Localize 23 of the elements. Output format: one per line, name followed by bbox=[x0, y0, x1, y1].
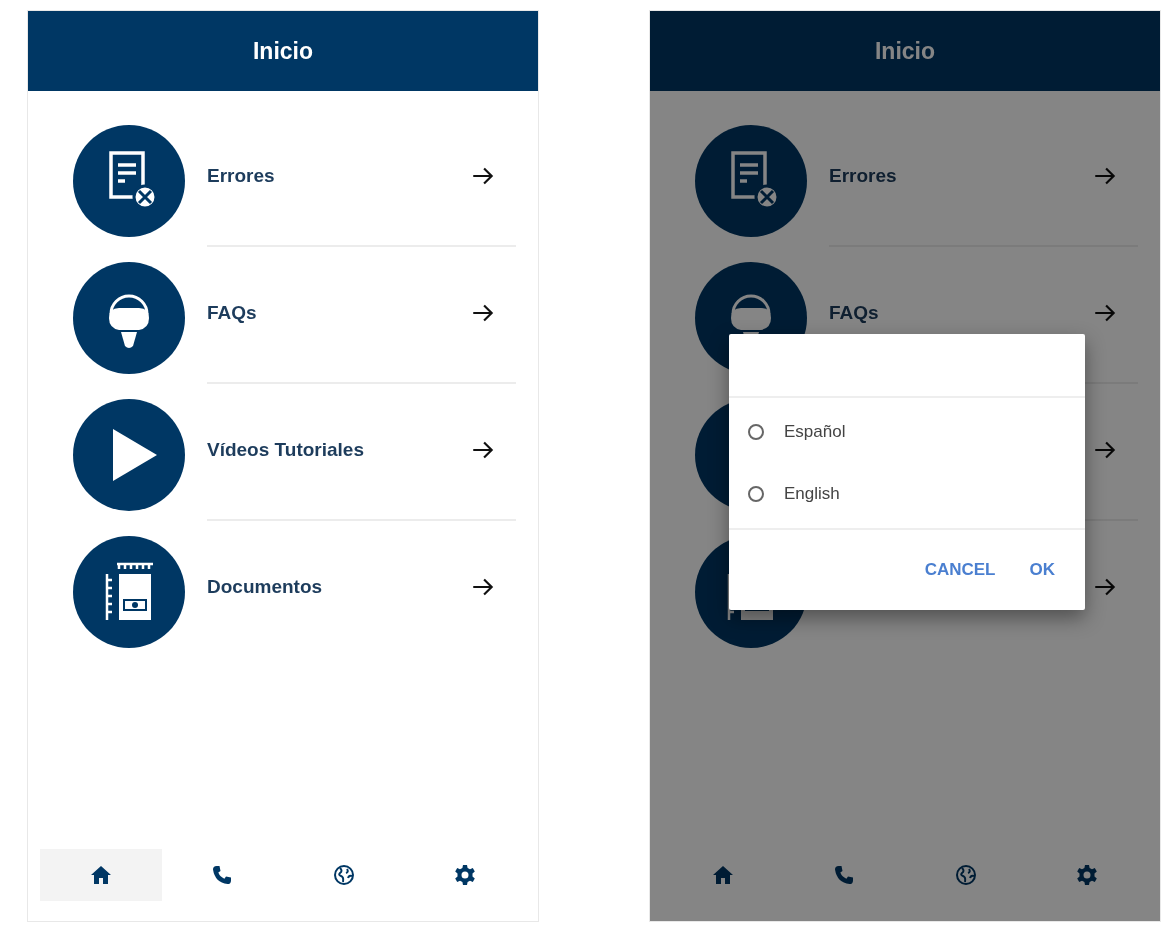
radio-button[interactable] bbox=[748, 486, 764, 502]
settings-icon bbox=[453, 863, 478, 887]
settings-icon bbox=[1075, 863, 1100, 887]
dialog-button[interactable]: CANCEL bbox=[920, 556, 1000, 584]
nav-tab[interactable] bbox=[40, 849, 162, 901]
play-icon[interactable] bbox=[73, 399, 185, 511]
dialog-button[interactable]: OK bbox=[1025, 556, 1059, 584]
screen-title: Inicio bbox=[874, 37, 936, 65]
menu-item-label[interactable]: Errores bbox=[829, 165, 1092, 187]
option-label[interactable]: English bbox=[784, 484, 840, 504]
globe-icon bbox=[953, 863, 978, 887]
headset-icon[interactable] bbox=[73, 262, 185, 374]
document-icon[interactable] bbox=[73, 536, 185, 648]
document-tools-icon[interactable] bbox=[73, 125, 185, 237]
menu-item-label[interactable]: Errores bbox=[207, 165, 470, 187]
menu-item-label[interactable]: FAQs bbox=[829, 302, 1092, 324]
menu-item-label[interactable]: Documentos bbox=[207, 576, 470, 598]
option-label[interactable]: Español bbox=[784, 422, 846, 442]
menu-item-label[interactable]: Vídeos Tutoriales bbox=[207, 439, 470, 461]
radio-button[interactable] bbox=[748, 424, 764, 440]
screen-title: Inicio bbox=[252, 37, 314, 65]
menu-item-label[interactable]: FAQs bbox=[207, 302, 470, 324]
globe-icon bbox=[331, 863, 356, 887]
